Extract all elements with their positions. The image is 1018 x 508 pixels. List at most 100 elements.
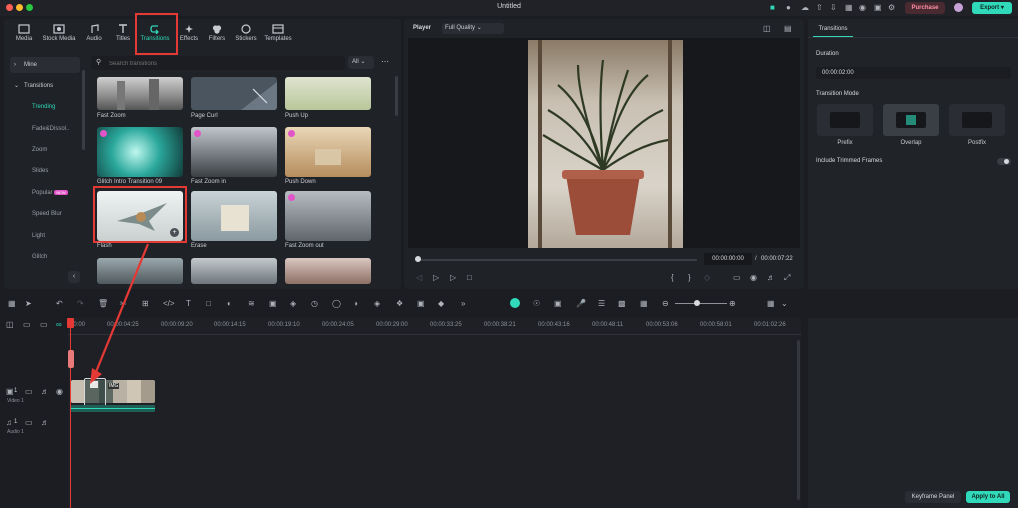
list-icon[interactable]: ☰: [598, 299, 605, 308]
camera-icon[interactable]: ◉: [750, 273, 757, 282]
apply-to-all-button[interactable]: Apply to All: [966, 491, 1010, 503]
mode-postfix-button[interactable]: [949, 104, 1005, 136]
magnet-icon[interactable]: ▭: [40, 320, 48, 329]
stop-icon[interactable]: □: [467, 273, 472, 282]
cloud-icon[interactable]: ☁: [801, 3, 809, 12]
microphone-icon[interactable]: 🎤: [576, 299, 586, 308]
shield-icon[interactable]: ▣: [554, 299, 562, 308]
speed-icon[interactable]: ◯: [332, 299, 341, 308]
include-trimmed-toggle[interactable]: [997, 158, 1011, 165]
upload-icon[interactable]: ⇧: [816, 3, 823, 12]
zoom-slider-track[interactable]: [675, 300, 727, 306]
keyframe-panel-button[interactable]: Keyframe Panel: [905, 491, 961, 503]
play-icon[interactable]: ▷: [450, 273, 456, 282]
motion-icon[interactable]: ❖: [396, 299, 403, 308]
duration-field[interactable]: 00:00:02:00: [816, 67, 1011, 79]
folder-icon[interactable]: ▭: [25, 418, 33, 427]
timer-icon[interactable]: ◷: [311, 299, 318, 308]
gift-icon[interactable]: ■: [770, 3, 775, 12]
sidebar-item-fade-dissolve[interactable]: Fade&Dissol..: [10, 121, 80, 137]
select-tool-icon[interactable]: ➤: [25, 299, 32, 308]
export-button[interactable]: Export ▾: [972, 2, 1012, 14]
color-icon[interactable]: ◐: [227, 299, 232, 308]
transition-thumb-fast-zoom[interactable]: [97, 77, 183, 110]
transition-thumb-page-curl[interactable]: [191, 77, 277, 110]
folder-icon[interactable]: ▭: [25, 387, 33, 396]
more-options-icon[interactable]: ⋯: [381, 57, 389, 66]
transition-thumb-fast-zoom-in[interactable]: [191, 127, 277, 177]
transition-thumb-push-up[interactable]: [285, 77, 371, 110]
undo-icon[interactable]: ↶: [56, 299, 63, 308]
headphones-icon[interactable]: ◉: [859, 3, 866, 12]
search-box[interactable]: ⚲: [91, 56, 345, 70]
step-back-icon[interactable]: ▷: [433, 273, 439, 282]
transition-thumb-fast-zoom-out[interactable]: [285, 191, 371, 241]
stabilize-icon[interactable]: ▣: [417, 299, 425, 308]
fit-icon[interactable]: ▣: [269, 299, 277, 308]
chevron-down-icon[interactable]: ⌄: [781, 299, 788, 308]
sidebar-item-zoom[interactable]: Zoom: [10, 142, 80, 158]
mosaic-icon[interactable]: ▦: [640, 299, 648, 308]
add-track-icon[interactable]: ◫: [6, 320, 14, 329]
playhead-handle[interactable]: [67, 318, 74, 328]
mark-out-icon[interactable]: }: [688, 273, 691, 282]
mode-overlap-button[interactable]: [883, 104, 939, 136]
lightbulb-icon[interactable]: ●: [786, 3, 791, 12]
sidebar-item-light[interactable]: Light: [10, 228, 80, 244]
player-progress-track[interactable]: [415, 256, 697, 262]
purchase-button[interactable]: Purchase: [905, 2, 945, 14]
chroma-icon[interactable]: ◆: [438, 299, 444, 308]
sun-icon[interactable]: ☉: [533, 299, 540, 308]
playhead-grip[interactable]: [68, 350, 74, 368]
zoom-in-icon[interactable]: ⊕: [729, 299, 736, 308]
tab-transitions[interactable]: Transitions: [813, 22, 853, 37]
snapshot-image-icon[interactable]: ▤: [784, 24, 792, 33]
settings-icon[interactable]: ⚙: [888, 3, 895, 12]
sidebar-item-glitch[interactable]: Glitch: [10, 249, 80, 265]
compare-view-icon[interactable]: ◫: [763, 24, 771, 33]
avatar[interactable]: [954, 3, 963, 12]
link-icon[interactable]: ▭: [23, 320, 31, 329]
zoom-out-icon[interactable]: ⊖: [662, 299, 669, 308]
text-icon[interactable]: T: [186, 299, 191, 308]
audio-wave-icon[interactable]: ≋: [248, 299, 255, 308]
layout-icon[interactable]: ▣: [874, 3, 882, 12]
transition-thumb[interactable]: [191, 258, 277, 284]
render-icon[interactable]: [510, 298, 520, 308]
sidebar-item-transitions[interactable]: ⌄ Transitions: [10, 78, 80, 94]
display-icon[interactable]: ▭: [733, 273, 741, 282]
grid-layout-icon[interactable]: ▦: [8, 299, 16, 308]
transition-thumb-glitch-intro[interactable]: [97, 127, 183, 177]
mask-icon[interactable]: ◑: [353, 299, 358, 308]
player-progress-handle[interactable]: [415, 256, 421, 262]
mode-prefix-button[interactable]: [817, 104, 873, 136]
sidebar-scrollbar[interactable]: [82, 70, 85, 150]
quality-dropdown[interactable]: Full Quality ⌄: [442, 23, 504, 34]
sidebar-item-popular[interactable]: Popular NEW: [10, 185, 80, 201]
filter-dropdown[interactable]: All ⌄: [348, 56, 374, 69]
pip-icon[interactable]: ▩: [618, 299, 626, 308]
ai-icon[interactable]: ◈: [374, 299, 380, 308]
sidebar-item-speed-blur[interactable]: Speed Blur: [10, 206, 80, 222]
insert-icon[interactable]: ◇: [704, 273, 710, 282]
zoom-slider-handle[interactable]: [694, 300, 700, 306]
sidebar-item-mine[interactable]: › Mine: [10, 57, 80, 73]
toolbar-templates[interactable]: Templates: [261, 24, 295, 42]
timeline-area[interactable]: [68, 318, 801, 508]
sidebar-item-slides[interactable]: Slides: [10, 163, 80, 179]
transform-icon[interactable]: □: [206, 299, 211, 308]
collapse-sidebar-button[interactable]: ‹: [68, 271, 80, 283]
toolbar-stock-media[interactable]: Stock Media: [42, 24, 76, 42]
transition-thumb-push-down[interactable]: [285, 127, 371, 177]
playhead-line[interactable]: [70, 318, 71, 508]
fullscreen-icon[interactable]: ⤢: [784, 273, 790, 283]
keyframe-icon[interactable]: ◈: [290, 299, 296, 308]
search-input[interactable]: [107, 57, 341, 70]
download-icon[interactable]: ⇩: [830, 3, 837, 12]
grid-scrollbar[interactable]: [395, 76, 398, 116]
toolbar-media[interactable]: Media: [7, 24, 41, 42]
transition-thumb-erase[interactable]: [191, 191, 277, 241]
mark-in-icon[interactable]: {: [671, 273, 674, 282]
grid-icon[interactable]: ▦: [845, 3, 853, 12]
more-tools-icon[interactable]: »: [461, 299, 465, 308]
